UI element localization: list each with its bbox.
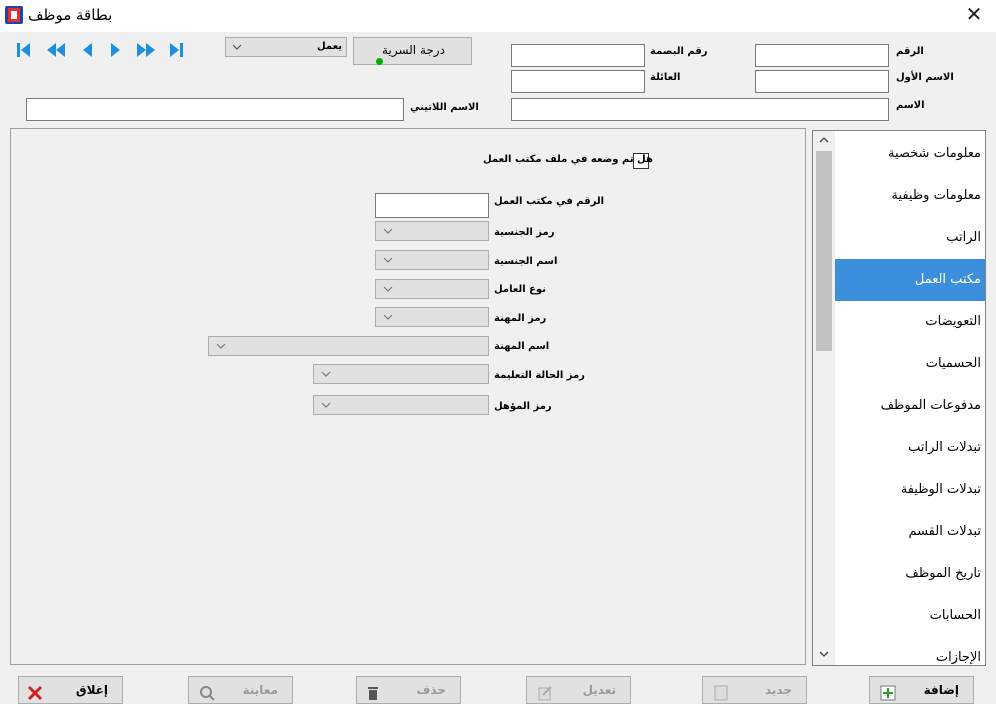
previous-record-icon[interactable]: [78, 40, 98, 60]
labor-office-panel: هل تم وضعه في ملف مكتب العمل الرقم في مك…: [10, 128, 806, 665]
sidebar-item-compensations[interactable]: التعويضات: [835, 301, 985, 343]
chevron-down-icon: [382, 311, 394, 323]
fingerprint-number-field[interactable]: [511, 44, 645, 67]
chevron-down-icon: [382, 283, 394, 295]
new-label: جديد: [764, 683, 792, 697]
close-button[interactable]: إغلاق: [18, 676, 123, 704]
next-record-icon[interactable]: [106, 40, 126, 60]
qualification-code-label: رمز المؤهل: [494, 401, 552, 412]
labor-office-number-label: الرقم في مكتب العمل: [494, 196, 605, 207]
edit-label: تعديل: [582, 683, 616, 697]
worker-type-select[interactable]: [375, 279, 489, 299]
sidebar-item-deductions[interactable]: الحسميات: [835, 343, 985, 385]
qualification-code-select[interactable]: [313, 395, 489, 415]
education-code-label: رمز الحالة التعليمة: [494, 370, 585, 381]
sidebar-item-leaves[interactable]: الإجازات: [835, 637, 985, 665]
chevron-down-icon: [382, 254, 394, 266]
add-button[interactable]: إضافة: [869, 676, 974, 704]
chevron-down-icon: [382, 225, 394, 237]
worker-type-label: نوع العامل: [494, 284, 547, 295]
sidebar-item-accounts[interactable]: الحسابات: [835, 595, 985, 637]
sidebar-item-labor-office[interactable]: مكتب العمل: [835, 259, 985, 301]
number-label: الرقم: [896, 46, 924, 57]
nationality-name-select[interactable]: [375, 250, 489, 270]
magnifier-icon: [199, 685, 215, 701]
status-indicator-dot: [376, 58, 383, 65]
chevron-down-icon: [215, 340, 227, 352]
preview-label: معاينة: [242, 683, 278, 697]
family-name-field[interactable]: [511, 70, 645, 93]
nationality-code-select[interactable]: [375, 221, 489, 241]
close-icon[interactable]: ✕: [964, 4, 984, 24]
sidebar-item-employee-payments[interactable]: مدفوعات الموظف: [835, 385, 985, 427]
name-label: الاسم: [896, 100, 925, 111]
scroll-down-icon[interactable]: [818, 649, 830, 662]
profession-code-label: رمز المهنة: [494, 313, 547, 324]
scrollbar-thumb[interactable]: [816, 151, 832, 351]
scroll-up-icon[interactable]: [818, 135, 830, 148]
name-field[interactable]: [511, 98, 889, 121]
first-record-icon[interactable]: [14, 40, 34, 60]
chevron-down-icon: [320, 368, 332, 380]
nationality-code-label: رمز الجنسية: [494, 227, 555, 238]
delete-button[interactable]: حذف: [356, 676, 461, 704]
fast-forward-icon[interactable]: [134, 40, 158, 60]
sidebar-item-department-changes[interactable]: تبدلات القسم: [835, 511, 985, 553]
new-button[interactable]: جديد: [702, 676, 807, 704]
labor-office-number-field[interactable]: [375, 193, 489, 218]
latin-name-label: الاسم اللاتيني: [410, 102, 479, 113]
last-record-icon[interactable]: [166, 40, 186, 60]
sidebar-item-job-changes[interactable]: تبدلات الوظيفة: [835, 469, 985, 511]
first-name-field[interactable]: [755, 70, 889, 93]
status-value: يعمل: [316, 41, 342, 52]
sidebar-item-salary[interactable]: الراتب: [835, 217, 985, 259]
number-field[interactable]: [755, 44, 889, 67]
add-label: إضافة: [923, 683, 959, 697]
family-name-label: العائلة: [650, 72, 681, 83]
sidebar-item-employee-history[interactable]: تاريخ الموظف: [835, 553, 985, 595]
window-title: بطاقة موظف: [28, 6, 113, 24]
sidebar-item-salary-changes[interactable]: تبدلات الراتب: [835, 427, 985, 469]
edit-icon: [537, 685, 553, 701]
chevron-down-icon: [320, 399, 332, 411]
sidebar-item-job-info[interactable]: معلومات وظيفية: [835, 175, 985, 217]
title-bar: [0, 0, 996, 32]
app-icon: [4, 5, 24, 25]
profession-name-label: اسم المهنة: [494, 341, 550, 352]
close-red-x-icon: [27, 685, 43, 701]
profession-code-select[interactable]: [375, 307, 489, 327]
sidebar-item-personal-info[interactable]: معلومات شخصية: [835, 133, 985, 175]
nationality-name-label: اسم الجنسية: [494, 256, 558, 267]
first-name-label: الاسم الأول: [896, 72, 954, 83]
delete-label: حذف: [416, 683, 446, 697]
new-document-icon: [713, 685, 729, 701]
secrecy-level-label: درجة السرية: [382, 43, 445, 57]
status-select[interactable]: يعمل: [225, 37, 347, 57]
fast-back-icon[interactable]: [44, 40, 68, 60]
sidebar-scrollbar[interactable]: [813, 131, 835, 665]
trash-icon: [365, 685, 381, 701]
preview-button[interactable]: معاينة: [188, 676, 293, 704]
latin-name-field[interactable]: [26, 98, 404, 121]
sections-sidebar: معلومات شخصية معلومات وظيفية الراتب مكتب…: [812, 130, 986, 666]
fingerprint-number-label: رقم البصمة: [650, 46, 708, 57]
close-label: إغلاق: [75, 683, 108, 697]
education-code-select[interactable]: [313, 364, 489, 384]
chevron-down-icon: [231, 41, 243, 53]
edit-button[interactable]: تعديل: [526, 676, 631, 704]
profession-name-select[interactable]: [208, 336, 489, 356]
add-icon: [880, 685, 896, 701]
secrecy-level-button[interactable]: درجة السرية: [353, 37, 472, 65]
labor-office-question-label: هل تم وضعه في ملف مكتب العمل: [483, 154, 653, 165]
